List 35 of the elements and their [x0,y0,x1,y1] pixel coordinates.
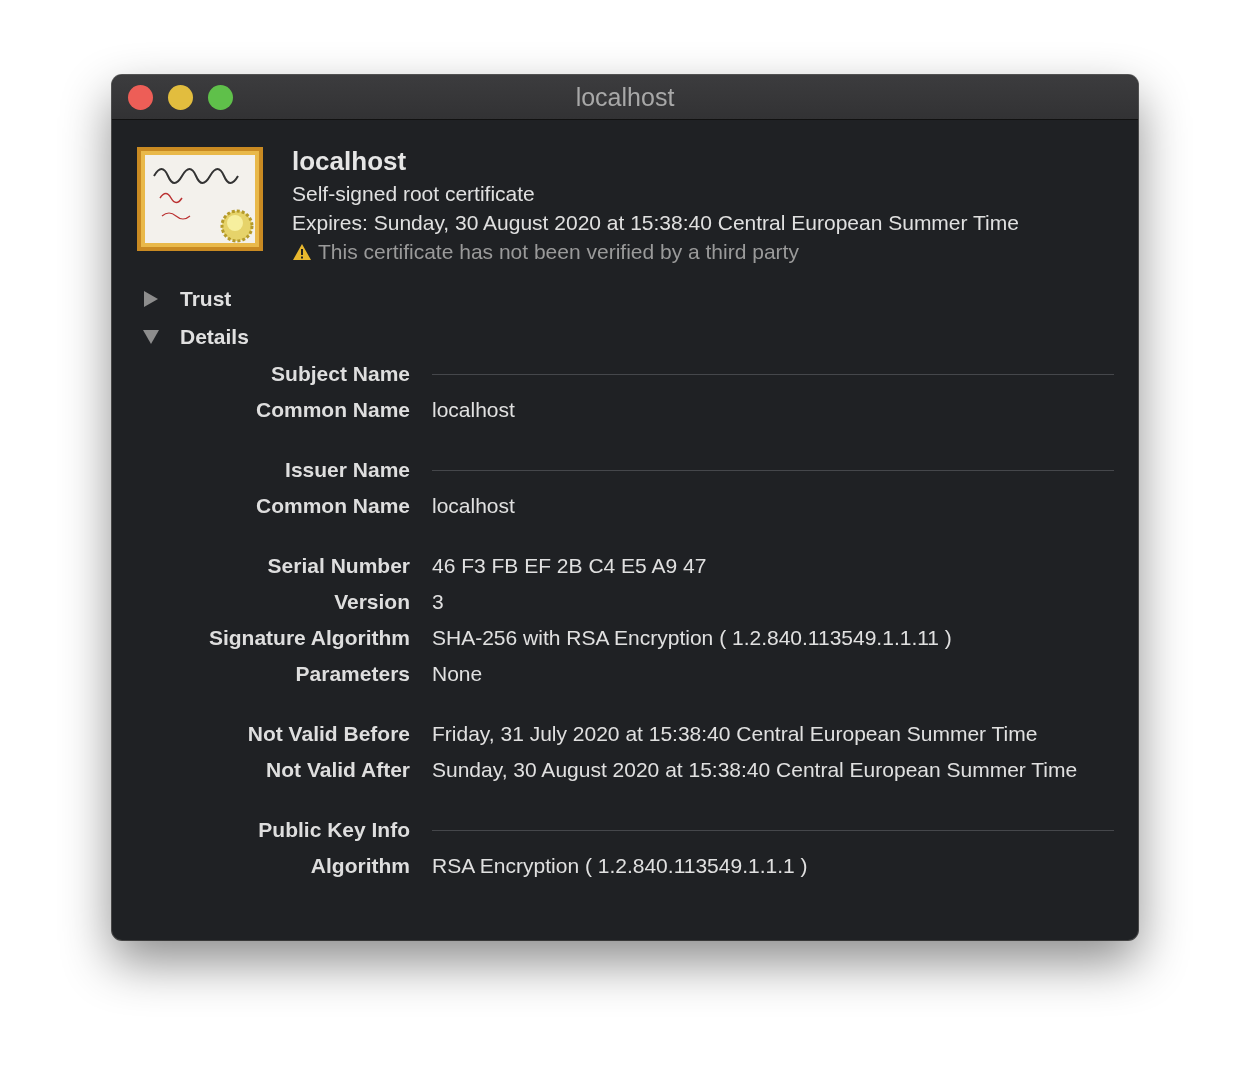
section-label: Public Key Info [257,817,410,843]
field-value: 46 F3 FB EF 2B C4 E5 A9 47 [432,553,708,579]
field-value: SHA-256 with RSA Encryption ( 1.2.840.113549.1.1.11 ) [432,625,953,651]
field-value: Friday, 31 July 2020 at 15:38:40 Central European Summer Time [432,721,1039,747]
field-value: localhost [432,493,516,519]
field-label: Not Valid After [265,757,410,783]
certificate-subtitle: Self-signed root certificate [292,182,536,206]
field-label: Not Valid Before [246,721,410,747]
certificate-icon [136,146,264,252]
section-label: Subject Name [270,361,410,387]
field-label: Common Name [254,397,410,423]
field-label: Signature Algorithm [207,625,410,651]
certificate-name: localhost [292,146,408,177]
field-value: Sunday, 30 August 2020 at 15:38:40 Central European Summer Time [432,757,1079,783]
minimize-button[interactable] [168,84,193,110]
warning-icon [292,243,312,261]
disclosure-toggle[interactable]: Trust [136,280,232,318]
close-button[interactable] [128,84,153,110]
section-label: Issuer Name [284,457,410,483]
triangle-down-icon [142,328,160,346]
field-value: None [432,661,484,687]
window-title: localhost [575,82,675,112]
field-value: RSA Encryption ( 1.2.840.113549.1.1.1 ) [432,853,809,879]
field-label: Serial Number [266,553,410,579]
triangle-right-icon [142,290,160,308]
field-value: 3 [432,589,445,615]
field-label: Algorithm [309,853,410,879]
zoom-button[interactable] [208,84,233,110]
field-label: Common Name [254,493,410,519]
field-label: Version [333,589,410,615]
field-value: localhost [432,397,516,423]
disclosure-toggle[interactable]: Details [136,318,249,356]
expiry-text: Expires: Sunday, 30 August 2020 at 15:38:40 Central European Summer Time [292,211,1019,235]
field-label: Parameters [294,661,410,687]
warning-text: This certificate has not been verified by a third party [318,240,799,264]
